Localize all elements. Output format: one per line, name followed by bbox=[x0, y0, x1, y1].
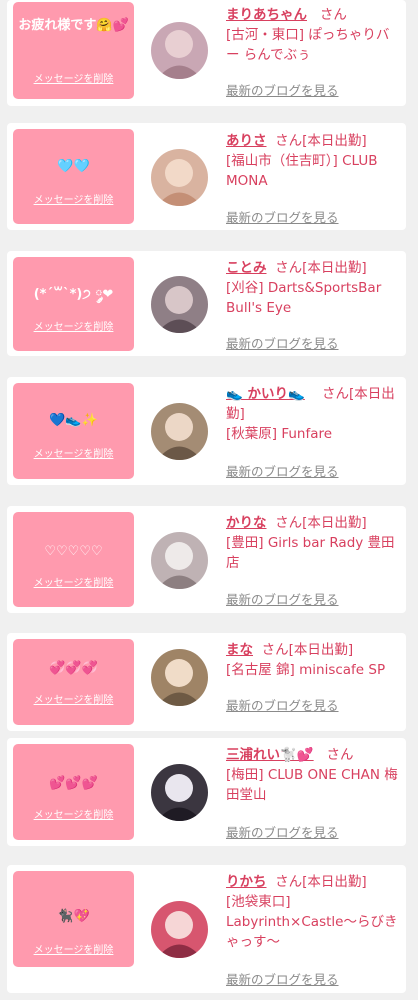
delete-message-link[interactable]: メッセージを削除 bbox=[13, 70, 134, 85]
avatar[interactable] bbox=[151, 764, 208, 821]
shop-link[interactable]: [古河・東口] ぽっちゃりバー らんでぶぅ bbox=[226, 27, 389, 63]
cast-info: ありさ さん[本日出勤] [福山市（住吉町）] CLUB MONA bbox=[226, 131, 400, 191]
cast-info: りかち さん[本日出勤] [池袋東口] Labyrinth×Castle～らびき… bbox=[226, 872, 400, 952]
cast-info: まりあちゃん さん [古河・東口] ぽっちゃりバー らんでぶぅ bbox=[226, 5, 400, 65]
cast-info: ことみ さん[本日出勤] [刈谷] Darts&SportsBar Bull's… bbox=[226, 258, 400, 318]
delete-message-link[interactable]: メッセージを削除 bbox=[13, 806, 134, 821]
cast-info: まな さん[本日出勤] [名古屋 錦] miniscafe SP bbox=[226, 640, 400, 680]
cast-card: お疲れ様です🤗💕 メッセージを削除 まりあちゃん さん [古河・東口] ぽっちゃ… bbox=[7, 0, 406, 106]
cast-card: 🐈‍⬛💖 メッセージを削除 りかち さん[本日出勤] [池袋東口] Labyri… bbox=[7, 865, 406, 993]
message-text: 🐈‍⬛💖 bbox=[57, 909, 90, 924]
delete-message-link[interactable]: メッセージを削除 bbox=[13, 691, 134, 706]
cast-card: 🩵🩵 メッセージを削除 ありさ さん[本日出勤] [福山市（住吉町）] CLUB… bbox=[7, 123, 406, 230]
latest-blog-link[interactable]: 最新のブログを見る bbox=[226, 822, 339, 841]
cast-name-link[interactable]: ありさ bbox=[226, 133, 267, 149]
cast-info: 👟 かいり👟 さん[本日出勤] [秋葉原] Funfare bbox=[226, 384, 400, 444]
latest-blog-link[interactable]: 最新のブログを見る bbox=[226, 333, 339, 352]
name-suffix: さん[本日出勤] bbox=[275, 874, 367, 890]
cast-name-link[interactable]: 三浦れい🐩💕 bbox=[226, 747, 314, 763]
shop-link[interactable]: [福山市（住吉町）] CLUB MONA bbox=[226, 153, 378, 189]
message-text: ♡♡♡♡♡ bbox=[44, 544, 103, 559]
message-text: 💕💕💕 bbox=[49, 776, 98, 791]
delete-message-link[interactable]: メッセージを削除 bbox=[13, 191, 134, 206]
shop-link[interactable]: [秋葉原] Funfare bbox=[226, 426, 332, 442]
message-text: 💞💞💞 bbox=[49, 661, 98, 676]
cast-info: かりな さん[本日出勤] [豊田] Girls bar Rady 豊田店 bbox=[226, 513, 400, 573]
latest-blog-link[interactable]: 最新のブログを見る bbox=[226, 695, 339, 714]
cast-info: 三浦れい🐩💕 さん [梅田] CLUB ONE CHAN 梅田堂山 bbox=[226, 745, 400, 805]
name-suffix: さん[本日出勤] bbox=[275, 133, 367, 149]
message-bubble: お疲れ様です🤗💕 メッセージを削除 bbox=[13, 2, 134, 99]
shop-link[interactable]: [池袋東口] Labyrinth×Castle～らびきゃっす～ bbox=[226, 894, 397, 950]
cast-name-link[interactable]: 👟 かいり👟 bbox=[226, 386, 305, 402]
cast-name-link[interactable]: かりな bbox=[226, 515, 267, 531]
shop-link[interactable]: [豊田] Girls bar Rady 豊田店 bbox=[226, 535, 395, 571]
name-suffix: さん bbox=[319, 7, 347, 23]
delete-message-link[interactable]: メッセージを削除 bbox=[13, 941, 134, 956]
avatar[interactable] bbox=[151, 649, 208, 706]
latest-blog-link[interactable]: 最新のブログを見る bbox=[226, 589, 339, 608]
shop-link[interactable]: [名古屋 錦] miniscafe SP bbox=[226, 662, 385, 678]
message-bubble: 💙👟✨ メッセージを削除 bbox=[13, 383, 134, 479]
message-text: 🩵🩵 bbox=[57, 159, 90, 174]
name-suffix: さん[本日出勤] bbox=[261, 642, 354, 658]
delete-message-link[interactable]: メッセージを削除 bbox=[13, 574, 134, 589]
message-text: 💙👟✨ bbox=[49, 413, 98, 428]
avatar[interactable] bbox=[151, 22, 208, 79]
message-bubble: 💕💕💕 メッセージを削除 bbox=[13, 744, 134, 840]
avatar[interactable] bbox=[151, 149, 208, 206]
name-suffix: さん[本日出勤] bbox=[275, 515, 367, 531]
cast-card: 💕💕💕 メッセージを削除 三浦れい🐩💕 さん [梅田] CLUB ONE CHA… bbox=[7, 738, 406, 846]
name-suffix: さん bbox=[326, 747, 354, 763]
cast-card: (*´꒳`*)੭ ༘❤ メッセージを削除 ことみ さん[本日出勤] [刈谷] D… bbox=[7, 251, 406, 356]
latest-blog-link[interactable]: 最新のブログを見る bbox=[226, 969, 339, 988]
latest-blog-link[interactable]: 最新のブログを見る bbox=[226, 207, 339, 226]
message-bubble: 🐈‍⬛💖 メッセージを削除 bbox=[13, 871, 134, 967]
avatar[interactable] bbox=[151, 276, 208, 333]
avatar[interactable] bbox=[151, 532, 208, 589]
shop-link[interactable]: [刈谷] Darts&SportsBar Bull's Eye bbox=[226, 280, 381, 316]
message-bubble: (*´꒳`*)੭ ༘❤ メッセージを削除 bbox=[13, 257, 134, 351]
avatar[interactable] bbox=[151, 901, 208, 958]
latest-blog-link[interactable]: 最新のブログを見る bbox=[226, 461, 339, 480]
cast-name-link[interactable]: まな bbox=[226, 642, 253, 658]
message-bubble: ♡♡♡♡♡ メッセージを削除 bbox=[13, 512, 134, 607]
cast-card: ♡♡♡♡♡ メッセージを削除 かりな さん[本日出勤] [豊田] Girls b… bbox=[7, 506, 406, 613]
name-suffix: さん[本日出勤] bbox=[275, 260, 367, 276]
avatar[interactable] bbox=[151, 403, 208, 460]
latest-blog-link[interactable]: 最新のブログを見る bbox=[226, 80, 339, 99]
cast-name-link[interactable]: まりあちゃん bbox=[226, 7, 307, 23]
delete-message-link[interactable]: メッセージを削除 bbox=[13, 318, 134, 333]
cast-name-link[interactable]: りかち bbox=[226, 874, 267, 890]
message-text: (*´꒳`*)੭ ༘❤ bbox=[33, 287, 114, 302]
message-text: お疲れ様です🤗💕 bbox=[18, 18, 129, 33]
cast-card: 💙👟✨ メッセージを削除 👟 かいり👟 さん[本日出勤] [秋葉原] Funfa… bbox=[7, 377, 406, 485]
message-bubble: 🩵🩵 メッセージを削除 bbox=[13, 129, 134, 224]
shop-link[interactable]: [梅田] CLUB ONE CHAN 梅田堂山 bbox=[226, 767, 398, 803]
message-bubble: 💞💞💞 メッセージを削除 bbox=[13, 639, 134, 725]
delete-message-link[interactable]: メッセージを削除 bbox=[13, 445, 134, 460]
cast-card: 💞💞💞 メッセージを削除 まな さん[本日出勤] [名古屋 錦] minisca… bbox=[7, 633, 406, 731]
cast-name-link[interactable]: ことみ bbox=[226, 260, 267, 276]
